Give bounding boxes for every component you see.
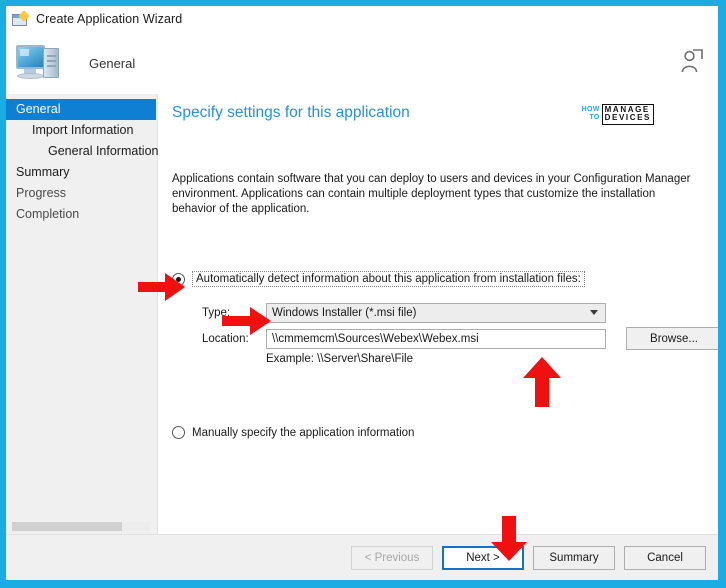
- wizard-window-icon: [12, 9, 30, 27]
- location-input-value: \\cmmemcm\Sources\Webex\Webex.msi: [272, 333, 479, 345]
- logo-line-devices: DEVICES: [604, 113, 651, 122]
- radio-manually-specify[interactable]: Manually specify the application informa…: [172, 426, 414, 439]
- radio-auto-label: Automatically detect information about t…: [192, 271, 585, 287]
- intro-description: Applications contain software that you c…: [172, 173, 691, 215]
- sidebar-item-import-information[interactable]: Import Information: [6, 120, 157, 141]
- logo-line-to: TO: [589, 114, 600, 121]
- header-step-label: General: [89, 55, 136, 71]
- radio-button-manual-icon[interactable]: [172, 426, 185, 439]
- sidebar-item-general[interactable]: General: [6, 99, 156, 120]
- person-icon[interactable]: [680, 48, 704, 74]
- cancel-button[interactable]: Cancel: [624, 545, 706, 570]
- location-example-hint: Example: \\Server\Share\File: [266, 353, 414, 365]
- sidebar-item-general-information[interactable]: General Information: [6, 141, 158, 162]
- sidebar-item-progress[interactable]: Progress: [6, 183, 157, 204]
- logo-line-how: HOW: [581, 105, 600, 113]
- wizard-window: Create Application Wizard General Genera…: [6, 6, 718, 580]
- sidebar-item-completion[interactable]: Completion: [6, 204, 157, 225]
- title-bar: Create Application Wizard: [6, 6, 718, 32]
- app-frame: Create Application Wizard General Genera…: [0, 0, 726, 588]
- radio-automatically-detect[interactable]: Automatically detect information about t…: [172, 271, 585, 287]
- radio-manual-label: Manually specify the application informa…: [192, 426, 415, 439]
- htmd-logo: HOW TO MANAGE DEVICES: [582, 101, 654, 127]
- wizard-body: General Import Information General Infor…: [6, 94, 718, 534]
- wizard-step-sidebar: General Import Information General Infor…: [6, 94, 158, 534]
- computer-icon: [16, 42, 62, 84]
- window-title: Create Application Wizard: [36, 12, 183, 26]
- wizard-footer: < Previous Next > Summary Cancel: [6, 534, 718, 580]
- chevron-down-icon[interactable]: [590, 310, 598, 315]
- annotation-arrow-down-next: [491, 516, 527, 561]
- annotation-arrow-right-radio: [138, 273, 185, 301]
- page-title: Specify settings for this application: [172, 104, 410, 121]
- summary-button[interactable]: Summary: [533, 545, 615, 570]
- annotation-arrow-right-type: [222, 307, 271, 335]
- scrollbar-thumb[interactable]: [12, 522, 122, 531]
- header-banner: General: [6, 32, 718, 94]
- browse-button[interactable]: Browse...: [626, 327, 718, 350]
- annotation-arrow-up-location: [523, 357, 561, 407]
- type-dropdown-value: Windows Installer (*.msi file): [272, 307, 417, 319]
- location-input[interactable]: \\cmmemcm\Sources\Webex\Webex.msi: [266, 329, 606, 349]
- type-dropdown[interactable]: Windows Installer (*.msi file): [266, 303, 606, 323]
- previous-button[interactable]: < Previous: [351, 545, 433, 570]
- sidebar-horizontal-scrollbar[interactable]: [12, 522, 150, 531]
- sidebar-item-summary[interactable]: Summary: [6, 162, 157, 183]
